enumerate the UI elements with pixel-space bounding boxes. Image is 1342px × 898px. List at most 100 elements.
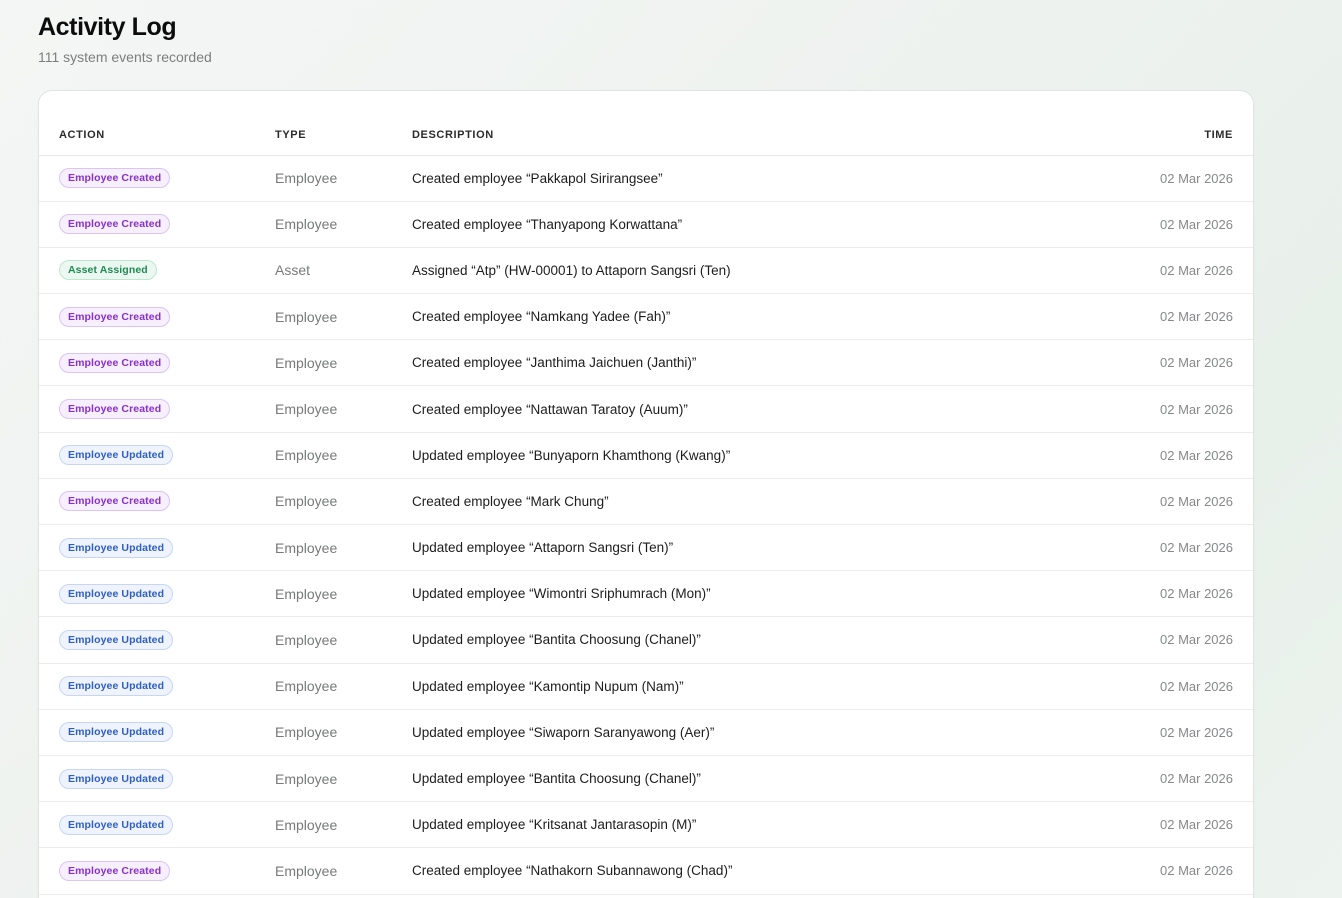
table-row[interactable]: Employee Created Employee Created employee… xyxy=(39,385,1253,433)
table-row[interactable]: Employee Created Employee Created employee… xyxy=(39,155,1253,202)
table-row[interactable]: Employee Updated Employee Updated employee… xyxy=(39,663,1253,710)
type-cell: Employee xyxy=(275,755,412,803)
action-cell: Employee Created xyxy=(39,293,275,341)
time-cell: 02 Mar 2026 xyxy=(1053,570,1253,618)
type-cell: Employee xyxy=(275,616,412,664)
type-cell: Employee xyxy=(275,478,412,526)
action-cell: Employee Created xyxy=(39,201,275,248)
action-badge: Employee Created xyxy=(59,860,171,881)
action-cell: Employee Created xyxy=(39,155,275,202)
action-cell: Employee Created xyxy=(39,339,275,387)
action-cell: Employee Updated xyxy=(39,663,275,710)
time-cell: 02 Mar 2026 xyxy=(1053,432,1253,479)
description-cell: Updated employee “Siwaporn Saranyawong (… xyxy=(412,709,1053,756)
description-cell: Updated employee “Kamontip Nupum (Nam)” xyxy=(412,663,1053,710)
description-cell: Created employee “Pakkapol Sirirangsee” xyxy=(412,155,1053,202)
description-cell: Created employee “Nattawan Taratoy (Auum… xyxy=(412,385,1053,433)
time-cell: 02 Mar 2026 xyxy=(1053,663,1253,710)
table-header: ACTION TYPE DESCRIPTION TIME xyxy=(39,91,1253,156)
description-cell: Updated employee “Bantita Choosung (Chan… xyxy=(412,616,1053,664)
action-cell: Employee Updated xyxy=(39,755,275,803)
activity-table: ACTION TYPE DESCRIPTION TIME Employee Cr… xyxy=(39,91,1253,895)
action-badge: Employee Created xyxy=(59,306,171,327)
time-cell: 02 Mar 2026 xyxy=(1053,155,1253,202)
column-header-time[interactable]: TIME xyxy=(1053,91,1253,156)
time-cell: 02 Mar 2026 xyxy=(1053,524,1253,572)
time-cell: 02 Mar 2026 xyxy=(1053,847,1253,895)
action-badge: Employee Created xyxy=(59,214,171,235)
action-cell: Employee Updated xyxy=(39,432,275,479)
description-cell: Created employee “Namkang Yadee (Fah)” xyxy=(412,293,1053,341)
action-badge: Employee Updated xyxy=(59,445,174,466)
column-header-type[interactable]: TYPE xyxy=(275,91,412,156)
table-row[interactable]: Employee Created Employee Created employee… xyxy=(39,293,1253,341)
page-subtitle: 111 system events recorded xyxy=(38,49,212,65)
description-cell: Created employee “Nathakorn Subannawong … xyxy=(412,847,1053,895)
action-cell: Employee Updated xyxy=(39,570,275,618)
table-row[interactable]: Employee Updated Employee Updated employee… xyxy=(39,709,1253,756)
action-badge: Employee Updated xyxy=(59,629,174,650)
column-header-description[interactable]: DESCRIPTION xyxy=(412,91,1053,156)
action-cell: Employee Updated xyxy=(39,524,275,572)
type-cell: Employee xyxy=(275,801,412,849)
type-cell: Employee xyxy=(275,570,412,618)
table-row[interactable]: Employee Created Employee Created employee… xyxy=(39,847,1253,895)
action-badge: Employee Updated xyxy=(59,722,174,743)
table-row[interactable]: Employee Updated Employee Updated employee… xyxy=(39,616,1253,664)
type-cell: Employee xyxy=(275,524,412,572)
table-row[interactable]: Employee Updated Employee Updated employee… xyxy=(39,755,1253,803)
time-cell: 02 Mar 2026 xyxy=(1053,385,1253,433)
table-row[interactable]: Asset Assigned Asset Assigned “Atp” (HW-00… xyxy=(39,247,1253,295)
page-header: Activity Log 111 system events recorded xyxy=(38,11,212,66)
type-cell: Employee xyxy=(275,709,412,756)
description-cell: Updated employee “Wimontri Sriphumrach (… xyxy=(412,570,1053,618)
action-badge: Asset Assigned xyxy=(59,260,157,281)
time-cell: 02 Mar 2026 xyxy=(1053,478,1253,526)
column-header-action[interactable]: ACTION xyxy=(39,91,275,156)
table-row[interactable]: Employee Updated Employee Updated employee… xyxy=(39,524,1253,572)
type-cell: Employee xyxy=(275,293,412,341)
time-cell: 02 Mar 2026 xyxy=(1053,801,1253,849)
description-cell: Created employee “Janthima Jaichuen (Jan… xyxy=(412,339,1053,387)
table-row[interactable]: Employee Created Employee Created employee… xyxy=(39,201,1253,248)
type-cell: Employee xyxy=(275,155,412,202)
action-cell: Employee Updated xyxy=(39,709,275,756)
description-cell: Updated employee “Kritsanat Jantarasopin… xyxy=(412,801,1053,849)
action-badge: Employee Created xyxy=(59,491,171,512)
description-cell: Created employee “Thanyapong Korwattana” xyxy=(412,201,1053,248)
time-cell: 02 Mar 2026 xyxy=(1053,293,1253,341)
type-cell: Asset xyxy=(275,247,412,295)
description-cell: Updated employee “Attaporn Sangsri (Ten)… xyxy=(412,524,1053,572)
action-cell: Employee Updated xyxy=(39,801,275,849)
type-cell: Employee xyxy=(275,663,412,710)
description-cell: Created employee “Mark Chung” xyxy=(412,478,1053,526)
time-cell: 02 Mar 2026 xyxy=(1053,247,1253,295)
type-cell: Employee xyxy=(275,432,412,479)
table-row[interactable]: Employee Updated Employee Updated employee… xyxy=(39,432,1253,479)
activity-log-card: ACTION TYPE DESCRIPTION TIME Employee Cr… xyxy=(38,90,1254,898)
table-row[interactable]: Employee Updated Employee Updated employee… xyxy=(39,570,1253,618)
type-cell: Employee xyxy=(275,201,412,248)
action-badge: Employee Updated xyxy=(59,676,174,697)
action-cell: Employee Created xyxy=(39,847,275,895)
description-cell: Updated employee “Bunyaporn Khamthong (K… xyxy=(412,432,1053,479)
action-cell: Employee Created xyxy=(39,385,275,433)
table-header-row: ACTION TYPE DESCRIPTION TIME xyxy=(39,91,1253,156)
description-cell: Assigned “Atp” (HW-00001) to Attaporn Sa… xyxy=(412,247,1053,295)
time-cell: 02 Mar 2026 xyxy=(1053,339,1253,387)
time-cell: 02 Mar 2026 xyxy=(1053,616,1253,664)
type-cell: Employee xyxy=(275,847,412,895)
type-cell: Employee xyxy=(275,339,412,387)
action-cell: Employee Created xyxy=(39,478,275,526)
action-cell: Asset Assigned xyxy=(39,247,275,295)
page-title: Activity Log xyxy=(38,13,177,41)
type-cell: Employee xyxy=(275,385,412,433)
action-badge: Employee Created xyxy=(59,352,171,373)
action-badge: Employee Updated xyxy=(59,583,174,604)
action-cell: Employee Updated xyxy=(39,616,275,664)
table-row[interactable]: Employee Updated Employee Updated employee… xyxy=(39,801,1253,849)
time-cell: 02 Mar 2026 xyxy=(1053,755,1253,803)
table-row[interactable]: Employee Created Employee Created employee… xyxy=(39,339,1253,387)
table-row[interactable]: Employee Created Employee Created employee… xyxy=(39,478,1253,526)
table-body: Employee Created Employee Created employee… xyxy=(39,155,1253,895)
